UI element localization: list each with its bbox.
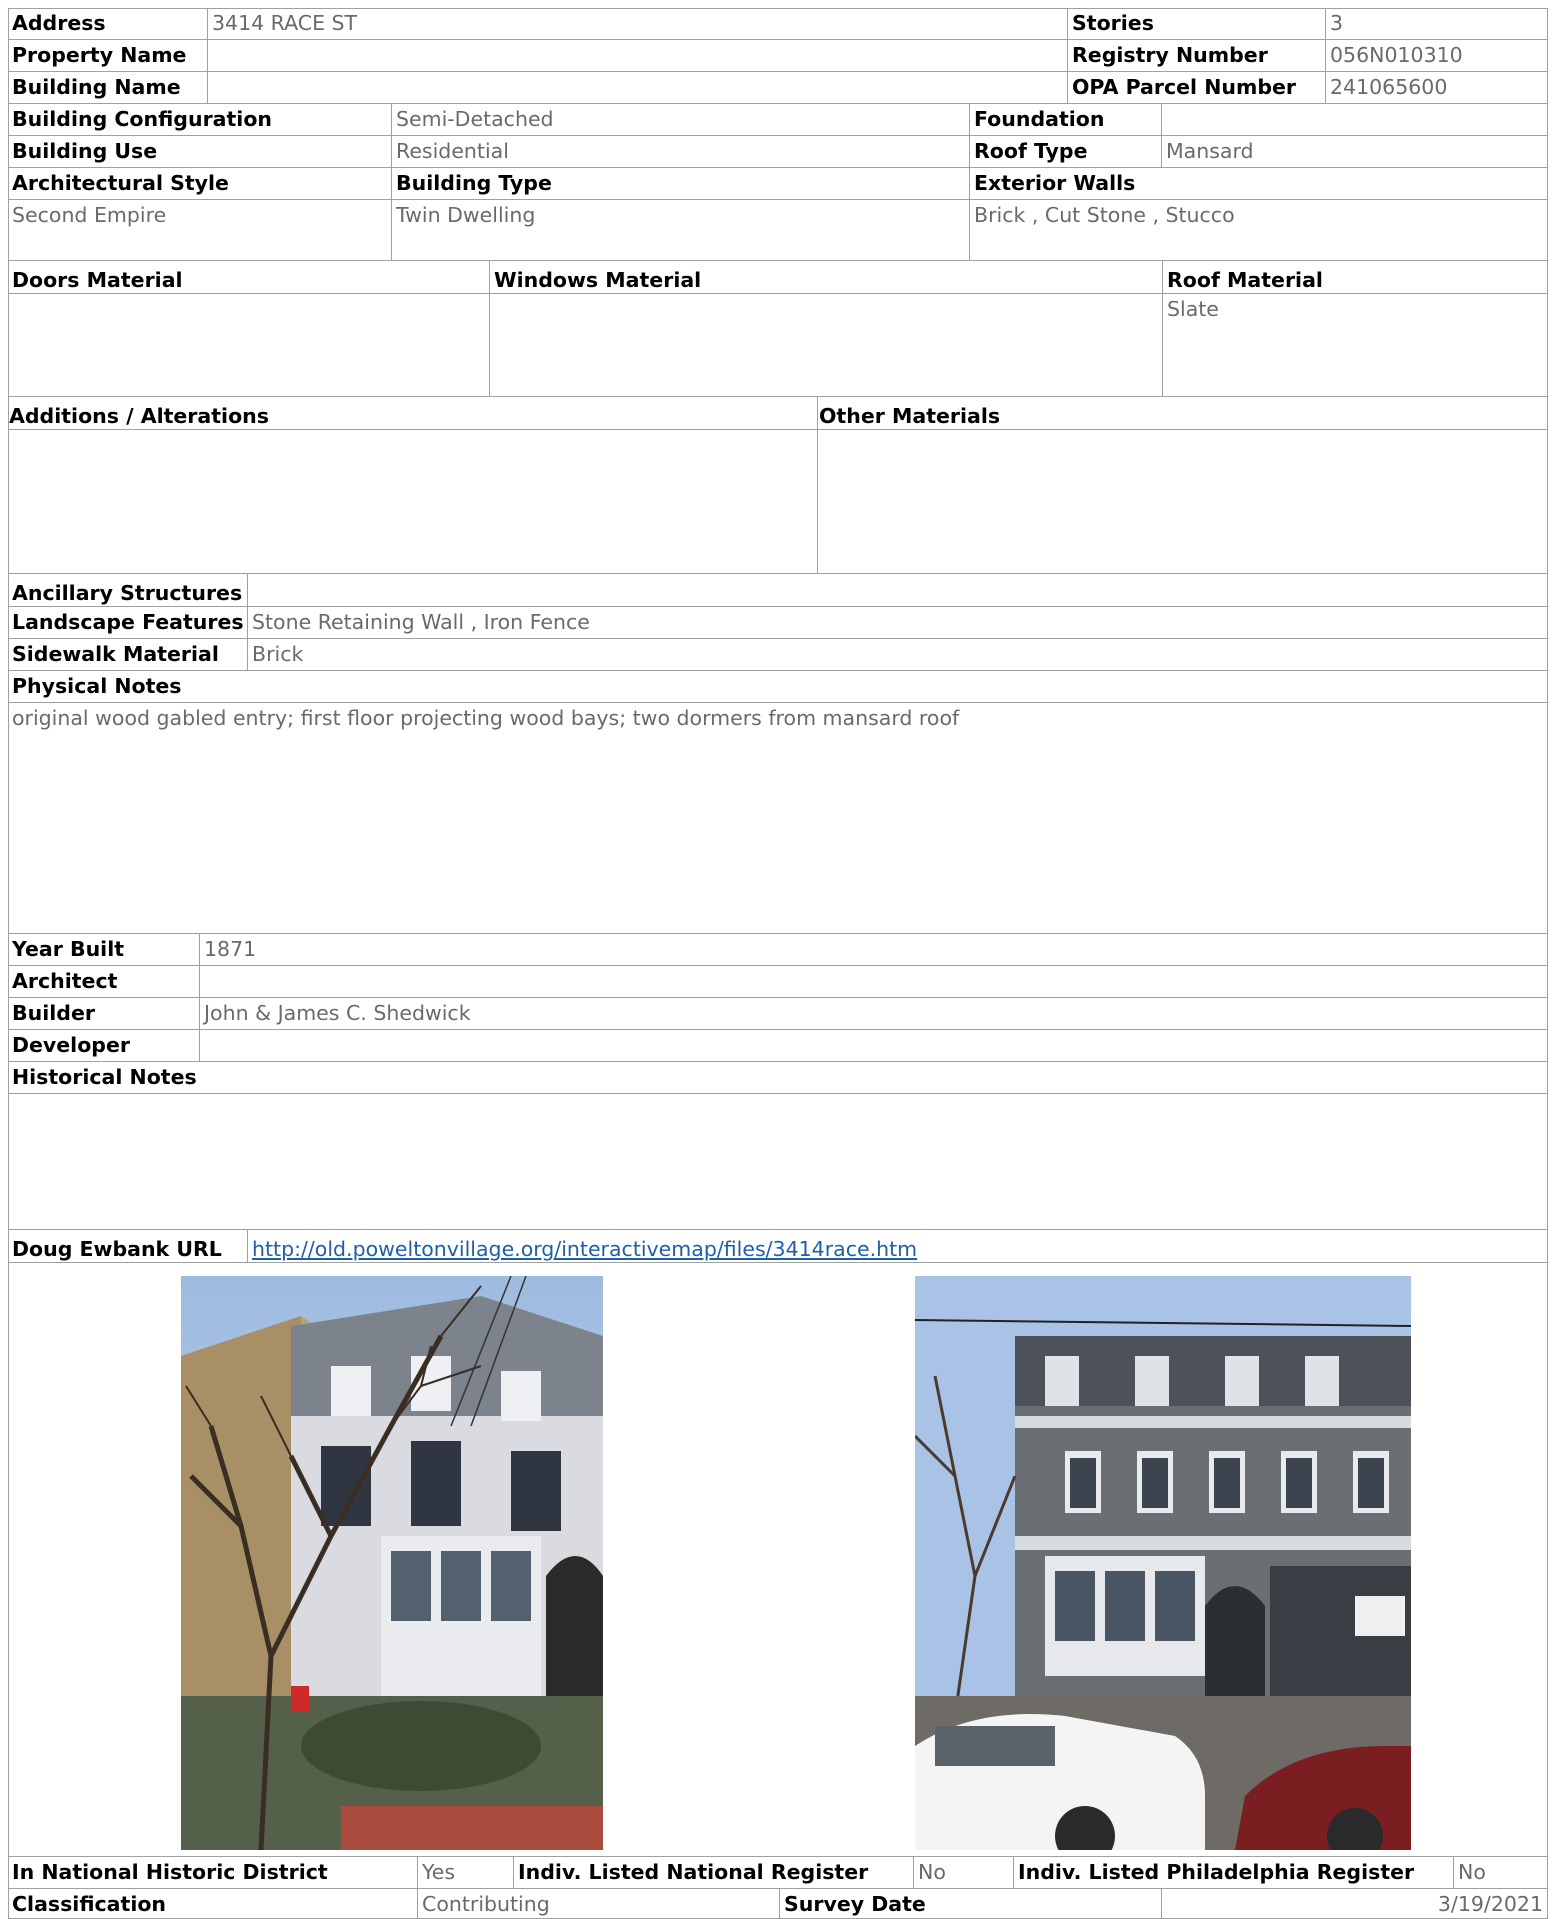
- landscape-features-label: Landscape Features: [8, 607, 248, 639]
- in-national-historic-district-label: In National Historic District: [8, 1857, 418, 1889]
- builder-label: Builder: [8, 998, 200, 1030]
- indiv-listed-philadelphia-register-value: No: [1454, 1857, 1548, 1889]
- building-use-value: Residential: [392, 136, 970, 168]
- survey-date-label: Survey Date: [780, 1889, 1162, 1919]
- address-value: 3414 RACE ST: [208, 8, 1068, 40]
- other-materials-value: [818, 430, 1548, 574]
- property-name-value: [208, 40, 1068, 72]
- building-configuration-value: Semi-Detached: [392, 104, 970, 136]
- registry-number-label: Registry Number: [1068, 40, 1326, 72]
- architect-label: Architect: [8, 966, 200, 998]
- sidewalk-material-value: Brick: [248, 639, 1548, 671]
- in-national-historic-district-value: Yes: [418, 1857, 514, 1889]
- indiv-listed-philadelphia-register-label: Indiv. Listed Philadelphia Register: [1014, 1857, 1454, 1889]
- classification-label: Classification: [8, 1889, 418, 1919]
- architectural-style-label: Architectural Style: [8, 168, 392, 200]
- windows-material-label: Windows Material: [490, 261, 1163, 294]
- building-photo-side: [181, 1276, 603, 1850]
- classification-value: Contributing: [418, 1889, 780, 1919]
- roof-type-value: Mansard: [1162, 136, 1548, 168]
- additions-alterations-label: Additions / Alterations: [8, 397, 818, 430]
- architect-value: [200, 966, 1548, 998]
- stories-value: 3: [1326, 8, 1548, 40]
- building-name-value: [208, 72, 1068, 104]
- developer-value: [200, 1030, 1548, 1062]
- doors-material-value: [8, 294, 490, 397]
- historical-notes-value: [8, 1094, 1548, 1230]
- roof-material-value: Slate: [1163, 294, 1548, 397]
- address-label: Address: [8, 8, 208, 40]
- landscape-features-value: Stone Retaining Wall , Iron Fence: [248, 607, 1548, 639]
- doors-material-label: Doors Material: [8, 261, 490, 294]
- builder-value: John & James C. Shedwick: [200, 998, 1548, 1030]
- building-use-label: Building Use: [8, 136, 392, 168]
- roof-type-label: Roof Type: [970, 136, 1162, 168]
- doug-ewbank-url-label: Doug Ewbank URL: [8, 1230, 248, 1263]
- additions-alterations-value: [8, 430, 818, 574]
- indiv-listed-national-register-value: No: [914, 1857, 1014, 1889]
- foundation-value: [1162, 104, 1548, 136]
- opa-parcel-number-value: 241065600: [1326, 72, 1548, 104]
- ancillary-structures-label: Ancillary Structures: [8, 574, 248, 607]
- ancillary-structures-value: [248, 574, 1548, 607]
- survey-date-value: 3/19/2021: [1162, 1889, 1548, 1919]
- physical-notes-label: Physical Notes: [8, 671, 1548, 703]
- other-materials-label: Other Materials: [818, 397, 1548, 430]
- exterior-walls-value: Brick , Cut Stone , Stucco: [970, 200, 1548, 261]
- roof-material-label: Roof Material: [1163, 261, 1548, 294]
- year-built-value: 1871: [200, 934, 1548, 966]
- sidewalk-material-label: Sidewalk Material: [8, 639, 248, 671]
- doug-ewbank-link[interactable]: http://old.poweltonvillage.org/interacti…: [252, 1237, 917, 1261]
- indiv-listed-national-register-label: Indiv. Listed National Register: [514, 1857, 914, 1889]
- historical-notes-label: Historical Notes: [8, 1062, 1548, 1094]
- windows-material-value: [490, 294, 1163, 397]
- building-photo-front: [915, 1276, 1411, 1850]
- developer-label: Developer: [8, 1030, 200, 1062]
- building-configuration-label: Building Configuration: [8, 104, 392, 136]
- exterior-walls-label: Exterior Walls: [970, 168, 1548, 200]
- opa-parcel-number-label: OPA Parcel Number: [1068, 72, 1326, 104]
- year-built-label: Year Built: [8, 934, 200, 966]
- doug-ewbank-url-cell: http://old.poweltonvillage.org/interacti…: [248, 1230, 1548, 1263]
- building-name-label: Building Name: [8, 72, 208, 104]
- building-type-value: Twin Dwelling: [392, 200, 970, 261]
- property-name-label: Property Name: [8, 40, 208, 72]
- architectural-style-value: Second Empire: [8, 200, 392, 261]
- physical-notes-value: original wood gabled entry; first floor …: [8, 703, 1548, 934]
- stories-label: Stories: [1068, 8, 1326, 40]
- registry-number-value: 056N010310: [1326, 40, 1548, 72]
- foundation-label: Foundation: [970, 104, 1162, 136]
- building-type-label: Building Type: [392, 168, 970, 200]
